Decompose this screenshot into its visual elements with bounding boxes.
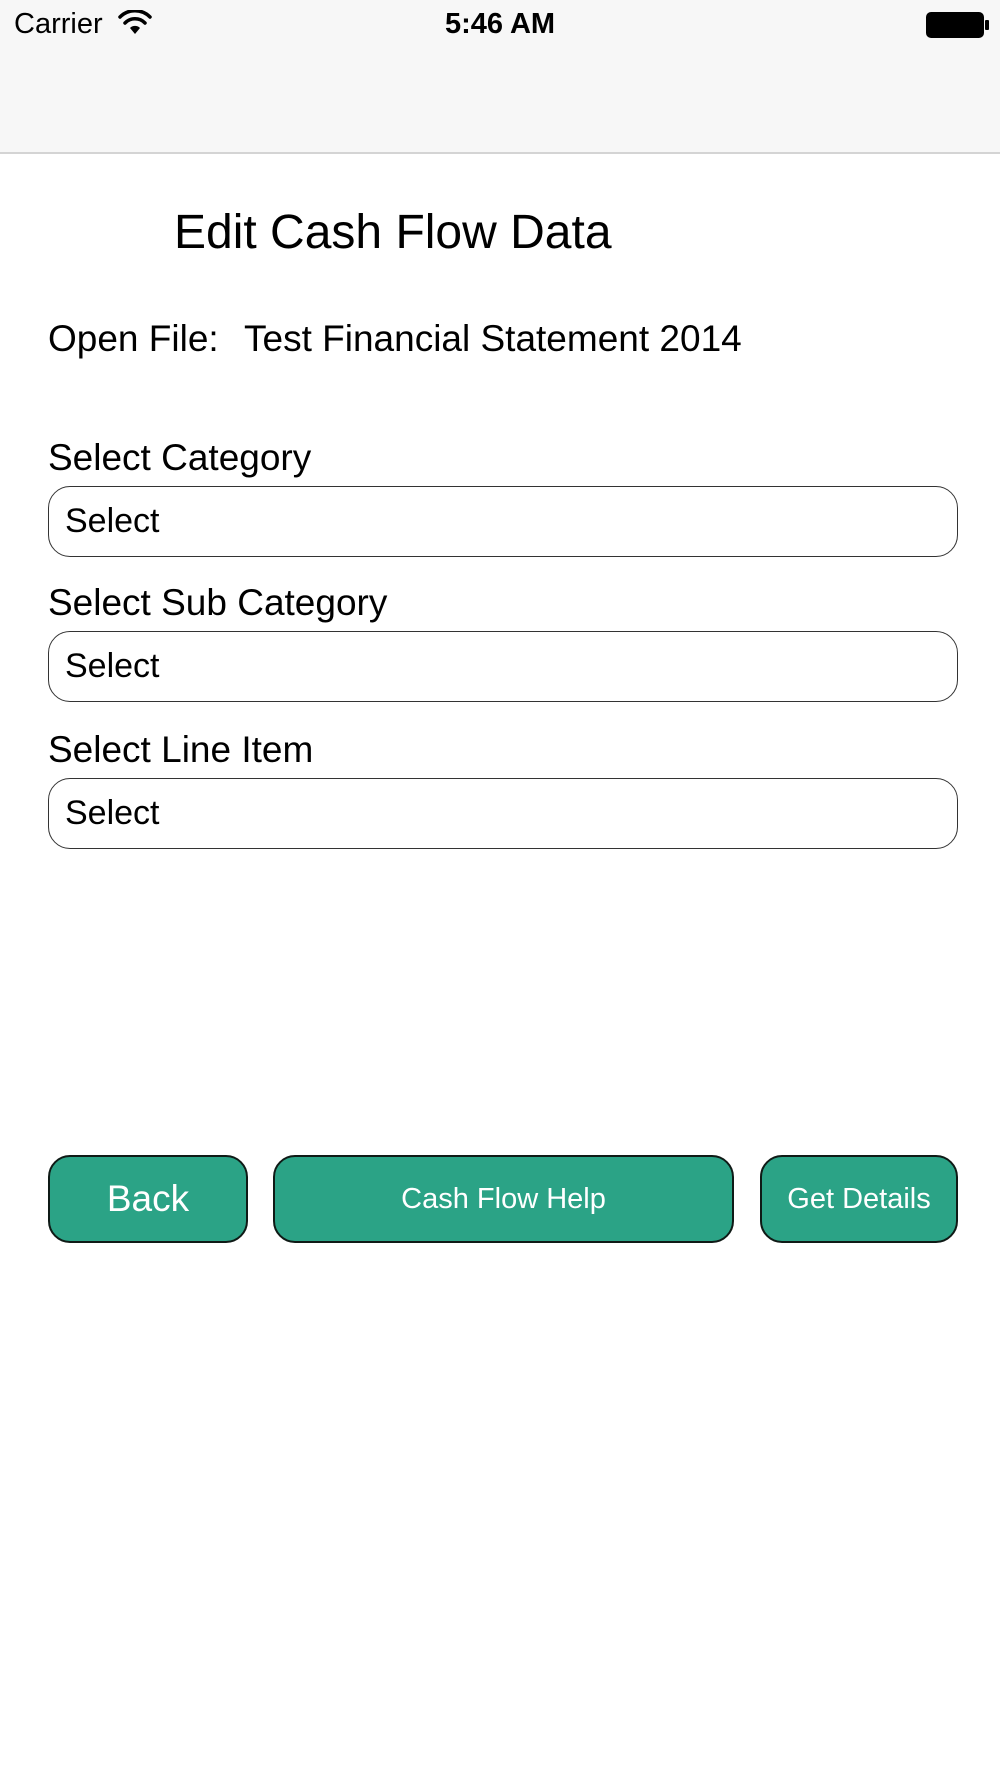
open-file-label: Open File: [48,318,219,359]
line-item-label: Select Line Item [48,729,314,770]
status-bar: Carrier 5:46 AM [0,0,1000,154]
back-button[interactable]: Back [48,1155,248,1243]
category-label: Select Category [48,437,312,478]
sub-category-select[interactable]: Select [48,631,958,702]
line-item-select[interactable]: Select [48,778,958,849]
cash-flow-help-button[interactable]: Cash Flow Help [273,1155,734,1243]
open-file-name: Test Financial Statement 2014 [244,318,742,359]
battery-icon [926,12,989,38]
page-title: Edit Cash Flow Data [174,206,612,259]
get-details-button[interactable]: Get Details [760,1155,958,1243]
category-select[interactable]: Select [48,486,958,557]
sub-category-label: Select Sub Category [48,582,388,623]
status-time: 5:46 AM [444,8,556,40]
